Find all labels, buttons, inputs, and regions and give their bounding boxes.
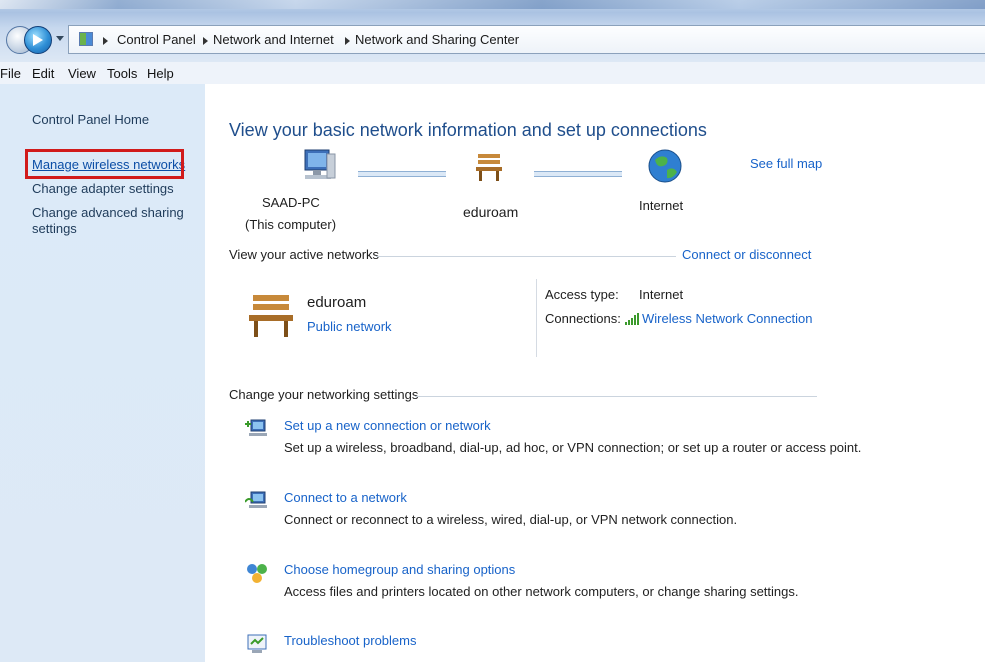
connection-line [358, 171, 446, 177]
access-type-value: Internet [639, 287, 684, 302]
recent-pages-dropdown[interactable] [56, 36, 64, 41]
change-settings-heading: Change your networking settings [229, 387, 419, 402]
chevron-right-icon[interactable] [345, 37, 350, 45]
connection-line [534, 171, 622, 177]
forward-button[interactable] [24, 26, 52, 54]
active-network-name: eduroam [307, 294, 367, 311]
sidebar-item-change-advanced-sharing[interactable]: Change advanced sharing [32, 205, 184, 220]
computer-name: SAAD-PC [262, 195, 320, 210]
menu-tools[interactable]: Tools [107, 66, 137, 81]
connect-or-disconnect-link[interactable]: Connect or disconnect [682, 247, 811, 262]
control-panel-icon [79, 32, 93, 46]
connect-to-network-link[interactable]: Connect to a network [284, 490, 407, 505]
globe-icon [648, 149, 682, 183]
address-field[interactable]: Control Panel Network and Internet Netwo… [68, 25, 985, 54]
computer-sub: (This computer) [245, 217, 337, 232]
sidebar-item-change-adapter-settings[interactable]: Change adapter settings [32, 181, 174, 196]
homegroup-sharing-link[interactable]: Choose homegroup and sharing options [284, 562, 515, 577]
connect-network-icon [245, 491, 267, 508]
divider [415, 396, 817, 397]
public-network-link[interactable]: Public network [307, 319, 392, 334]
divider [536, 279, 537, 357]
access-type-label: Access type: [545, 287, 619, 302]
menu-view[interactable]: View [68, 66, 96, 81]
menu-edit[interactable]: Edit [32, 66, 54, 81]
wireless-network-connection-link[interactable]: Wireless Network Connection [642, 311, 813, 326]
chevron-right-icon[interactable] [103, 37, 108, 45]
chevron-right-icon[interactable] [203, 37, 208, 45]
new-connection-icon [245, 419, 267, 436]
sidebar-item-change-advanced-sharing-cont[interactable]: settings [32, 221, 77, 236]
active-networks-heading: View your active networks [229, 247, 380, 262]
wireless-signal-icon [625, 313, 639, 325]
internet-label: Internet [639, 198, 684, 213]
connect-to-network-desc: Connect or reconnect to a wireless, wire… [284, 512, 738, 527]
troubleshoot-icon [247, 634, 267, 653]
divider [376, 256, 676, 257]
menu-bar: File Edit View Tools Help [0, 62, 985, 85]
homegroup-sharing-desc: Access files and printers located on oth… [284, 584, 799, 599]
breadcrumb-network-and-sharing-center[interactable]: Network and Sharing Center [355, 32, 519, 47]
computer-icon [304, 149, 336, 179]
bench-icon [476, 154, 502, 181]
bench-icon [249, 295, 293, 337]
main-content: View your basic network information and … [205, 84, 985, 662]
highlight-box [25, 149, 184, 179]
menu-file[interactable]: File [0, 66, 21, 81]
address-bar: Control Panel Network and Internet Netwo… [0, 0, 985, 62]
page-title: View your basic network information and … [229, 120, 707, 140]
setup-new-connection-link[interactable]: Set up a new connection or network [284, 418, 491, 433]
homegroup-icon [247, 564, 267, 583]
network-name-map: eduroam [463, 204, 519, 220]
setup-new-connection-desc: Set up a wireless, broadband, dial-up, a… [284, 440, 862, 455]
menu-help[interactable]: Help [147, 66, 174, 81]
breadcrumb-control-panel[interactable]: Control Panel [117, 32, 196, 47]
connections-label: Connections: [545, 311, 621, 326]
see-full-map-link[interactable]: See full map [750, 156, 822, 171]
breadcrumb-network-and-internet[interactable]: Network and Internet [213, 32, 334, 47]
troubleshoot-problems-link[interactable]: Troubleshoot problems [284, 633, 416, 648]
sidebar-item-control-panel-home[interactable]: Control Panel Home [32, 112, 149, 127]
